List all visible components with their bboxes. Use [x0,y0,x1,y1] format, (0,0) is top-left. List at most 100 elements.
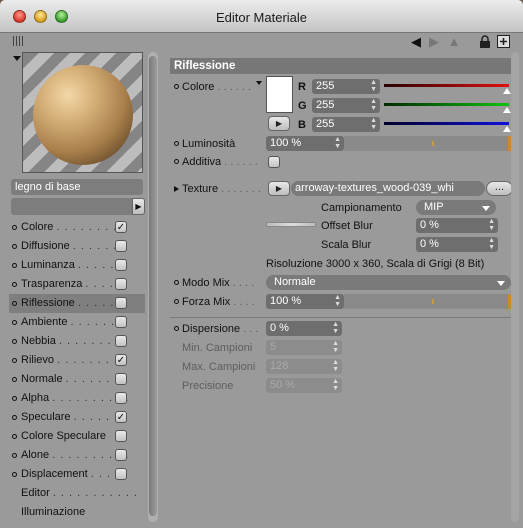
dispersione-field[interactable]: 0 % ▲ ▼ [266,321,342,336]
forza-mix-slider[interactable] [344,294,512,309]
material-name[interactable]: legno di base [11,179,143,195]
channel-checkbox[interactable] [115,316,127,328]
up-arrow-icon[interactable]: ▲ [447,35,461,49]
forza-mix-label[interactable]: Forza Mix . . . . [174,293,255,311]
channel-checkbox[interactable] [115,297,127,309]
channel-checkbox[interactable] [115,373,127,385]
new-window-icon[interactable] [496,35,510,49]
channel-label: Editor [21,487,50,499]
b-value-field[interactable]: 255 ▲ ▼ [312,117,380,132]
material-field[interactable] [11,198,132,215]
channel-item-colore[interactable]: Colore . . . . . . . . . ✓ [9,218,145,237]
max-campioni-field[interactable]: 128 ▲ ▼ [266,359,342,374]
channel-item-ambiente[interactable]: Ambiente . . . . . . . [9,313,145,332]
reflection-panel: Riflessione Colore . . . . . . ▶ R 255 ▲ ▼… [170,55,515,525]
channel-item-luminanza[interactable]: Luminanza . . . . . . [9,256,145,275]
left-scrollbar[interactable] [148,52,158,522]
modo-mix-dropdown[interactable]: Normale [266,275,511,290]
forward-arrow-icon[interactable]: ▶ [427,35,441,49]
channel-label: Diffusione [21,240,70,252]
channel-item-displacement[interactable]: Displacement . . . [9,465,145,484]
channel-leader-dots: . . . [90,468,111,480]
material-field-arrow-button[interactable]: ▶ [132,198,145,215]
forza-mix-value-field[interactable]: 100 % ▲ ▼ [266,294,344,309]
r-value-field[interactable]: 255 ▲ ▼ [312,79,380,94]
scala-blur-field[interactable]: 0 % ▲ ▼ [416,237,498,252]
colore-menu-arrow-icon[interactable] [256,81,262,85]
r-slider[interactable] [384,84,509,87]
r-slider-handle[interactable] [503,88,511,94]
material-editor-window: Editor Materiale ◀ ▶ ▲ legno di base ▶ C… [0,0,523,528]
toolbar: ◀ ▶ ▲ [0,33,523,51]
material-preview[interactable] [22,52,143,173]
channel-bullet-icon [12,415,17,420]
channel-bullet-icon [12,320,17,325]
texture-menu-button[interactable]: ▶ [268,181,290,196]
channel-bullet-icon [12,472,17,477]
texture-label[interactable]: Texture . . . . . . . [174,180,261,198]
luminosita-value-field[interactable]: 100 % ▲ ▼ [266,136,344,151]
channel-checkbox[interactable]: ✓ [115,411,127,423]
channel-label: Normale [21,373,63,385]
right-scrollbar[interactable] [511,52,519,522]
channel-item-trasparenza[interactable]: Trasparenza . . . . . [9,275,145,294]
texture-browse-button[interactable]: ... [486,181,513,196]
channel-item-riflessione[interactable]: Riflessione . . . . . [9,294,145,313]
texture-file-field[interactable]: arroway-textures_wood-039_whi [291,181,485,196]
offset-blur-field[interactable]: 0 % ▲ ▼ [416,218,498,233]
modo-mix-row: Modo Mix . . . . [170,274,270,292]
precisione-field[interactable]: 50 % ▲ ▼ [266,378,342,393]
additiva-label[interactable]: Additiva . . . . . . [174,153,258,171]
channel-item-illuminazione[interactable]: Illuminazione [9,503,145,522]
channel-item-alpha[interactable]: Alpha . . . . . . . . . . [9,389,145,408]
min-campioni-field[interactable]: 5 ▲ ▼ [266,340,342,355]
channel-checkbox[interactable] [115,430,127,442]
luminosita-slider[interactable] [344,136,512,151]
dispersione-label[interactable]: Dispersione . . . [174,320,258,338]
channel-checkbox[interactable] [115,259,127,271]
channel-checkbox[interactable] [115,392,127,404]
luminosita-label[interactable]: Luminosità [174,135,235,153]
channel-label: Riflessione [21,297,75,309]
channel-item-editor[interactable]: Editor . . . . . . . . . . . [9,484,145,503]
modo-mix-label[interactable]: Modo Mix . . . . [174,274,254,292]
channel-checkbox[interactable]: ✓ [115,221,127,233]
title-bar[interactable]: Editor Materiale [0,0,523,33]
channel-bullet-icon [12,301,17,306]
colore-label[interactable]: Colore . . . . . . [174,78,251,96]
g-slider-handle[interactable] [503,107,511,113]
color-swatch[interactable] [266,76,293,113]
channel-checkbox[interactable] [115,278,127,290]
channel-item-rilievo[interactable]: Rilievo . . . . . . . . . ✓ [9,351,145,370]
channel-label: Colore Speculare [21,430,106,442]
b-slider-handle[interactable] [503,126,511,132]
channel-bullet-icon [12,263,17,268]
channel-item-nebbia[interactable]: Nebbia . . . . . . . . . [9,332,145,351]
preview-menu-arrow-icon[interactable] [13,56,21,61]
lock-icon[interactable] [478,35,492,49]
channel-checkbox[interactable] [115,468,127,480]
additiva-checkbox[interactable] [268,156,280,168]
b-slider[interactable] [384,122,509,125]
left-scrollbar-thumb[interactable] [149,56,157,516]
color-expand-button[interactable]: ▶ [268,116,290,131]
campionamento-dropdown[interactable]: MIP [416,200,496,215]
channel-item-speculare[interactable]: Speculare . . . . . . ✓ [9,408,145,427]
channel-item-diffusione[interactable]: Diffusione . . . . . . [9,237,145,256]
panel-grip-icon[interactable] [13,36,25,46]
g-value-field[interactable]: 255 ▲ ▼ [312,98,380,113]
channel-item-colore-speculare[interactable]: Colore Speculare [9,427,145,446]
back-arrow-icon[interactable]: ◀ [409,35,423,49]
channel-leader-dots: . . . . . . . . . . . [52,487,138,499]
channel-checkbox[interactable] [115,449,127,461]
channel-checkbox[interactable] [115,335,127,347]
channel-checkbox[interactable] [115,240,127,252]
channel-leader-dots: . . . . . [77,297,115,309]
channel-item-alone[interactable]: Alone . . . . . . . . . . [9,446,145,465]
preview-sphere [33,65,133,165]
channel-label: Ambiente [21,316,68,328]
channel-label: Trasparenza [21,278,83,290]
g-slider[interactable] [384,103,509,106]
channel-item-normale[interactable]: Normale . . . . . . . [9,370,145,389]
channel-checkbox[interactable]: ✓ [115,354,127,366]
